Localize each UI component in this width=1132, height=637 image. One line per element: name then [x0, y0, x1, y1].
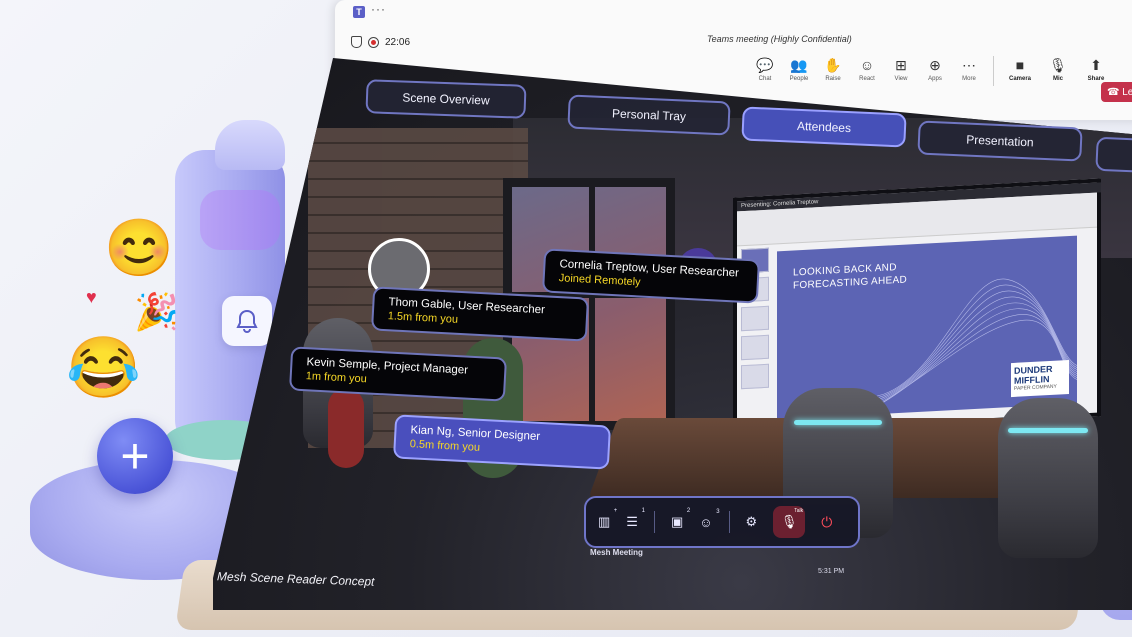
settings-icon[interactable]: ⚙: [746, 514, 758, 530]
party-popper-icon: 🎉: [134, 291, 179, 332]
panel-icon[interactable]: ▥ +: [598, 508, 617, 530]
meeting-timer: 22:06: [385, 36, 411, 48]
shield-icon: [351, 36, 362, 48]
meeting-toolbar: 💬 Chat 👥 People ✋ Raise ☺ React ⊞ View ⊕ Apps …: [753, 56, 1110, 86]
chair: [998, 398, 1098, 558]
plus-icon: +: [97, 418, 173, 494]
leave-icon[interactable]: ⏻: [821, 514, 832, 531]
hud-divider: [653, 511, 655, 533]
title-bar: T ···: [335, 0, 1132, 24]
toolbar-divider: [993, 56, 994, 86]
hud-caption: Mesh Meeting: [590, 548, 643, 557]
mic-muted-icon: 🎙: [780, 514, 798, 529]
apps-icon: ⊕: [929, 57, 941, 73]
chat-icon: 💬: [756, 57, 774, 73]
meeting-title: Teams meeting (Highly Confidential): [707, 34, 852, 44]
tab-personal-tray[interactable]: Personal Tray: [567, 94, 731, 136]
raise-hand-button[interactable]: ✋ Raise: [821, 56, 845, 86]
decor-tower-band: [200, 190, 280, 250]
tab-overflow[interactable]: [1095, 136, 1132, 174]
tray-icon[interactable]: ▣ 2: [671, 508, 690, 530]
hud-time: 5:31 PM: [818, 568, 845, 575]
people-icon: 👥: [790, 57, 808, 73]
more-button[interactable]: ⋯ More: [957, 56, 981, 86]
list-icon[interactable]: ☰ 1: [626, 508, 645, 530]
share-icon: ⬆: [1090, 57, 1102, 73]
slide-thumbnail[interactable]: [741, 305, 769, 332]
more-options-icon[interactable]: ···: [371, 2, 386, 16]
avatar: [328, 388, 364, 468]
slide-thumbnail[interactable]: [741, 334, 769, 361]
phone-icon: ☎: [1107, 86, 1120, 98]
smiling-face-icon: 😊: [104, 216, 174, 279]
people-button[interactable]: 👥 People: [787, 56, 811, 86]
tab-scene-overview[interactable]: Scene Overview: [365, 79, 527, 119]
mic-muted-button[interactable]: 🎙 Talk: [773, 506, 806, 538]
bell-icon: [222, 296, 272, 346]
hud-divider: [728, 511, 730, 533]
chat-button[interactable]: 💬 Chat: [753, 56, 777, 86]
tab-presentation[interactable]: Presentation: [917, 120, 1083, 162]
recording-indicator: 22:06: [351, 36, 410, 48]
leave-button[interactable]: ☎ Le: [1101, 82, 1132, 102]
tab-attendees[interactable]: Attendees: [741, 106, 907, 148]
raise-hand-icon: ✋: [824, 57, 842, 73]
record-icon: [368, 36, 379, 48]
mesh-hud-toolbar: ▥ + ☰ 1 ▣ 2 ☺ 3 ⚙ 🎙 Talk ⏻: [584, 496, 860, 548]
view-button[interactable]: ⊞ View: [889, 56, 913, 86]
apps-button[interactable]: ⊕ Apps: [923, 56, 947, 86]
more-icon: ⋯: [962, 57, 976, 73]
teams-logo-icon: T: [353, 6, 365, 18]
slide-thumbnail[interactable]: [741, 363, 769, 390]
mic-icon: 🎙: [1049, 57, 1067, 73]
decor-tower-top: [215, 120, 285, 170]
camera-button[interactable]: ■ Camera: [1006, 56, 1034, 86]
emoji-icon[interactable]: ☺ 3: [699, 509, 719, 530]
dunder-mifflin-logo: DUNDER MIFFLIN PAPER COMPANY: [1011, 360, 1069, 398]
view-icon: ⊞: [895, 57, 907, 73]
react-icon: ☺: [859, 57, 875, 73]
camera-icon: ■: [1015, 57, 1025, 73]
heart-icon: ♥: [86, 287, 97, 307]
react-button[interactable]: ☺ React: [855, 56, 879, 86]
mic-button[interactable]: 🎙 Mic: [1044, 56, 1072, 86]
laughing-face-icon: 😂: [66, 334, 141, 401]
